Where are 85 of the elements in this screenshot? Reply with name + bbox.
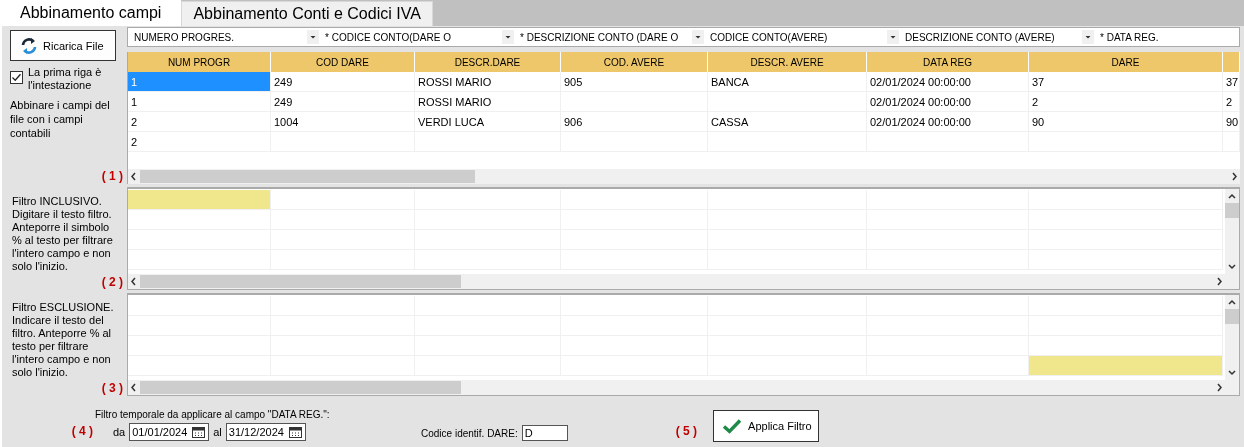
code-input[interactable]: D bbox=[521, 425, 568, 441]
table-cell: 1 bbox=[128, 72, 271, 92]
tab[interactable]: Abbinamento Conti e Codici IVA bbox=[181, 1, 433, 26]
table-cell: ROSSI MARIO bbox=[415, 72, 561, 92]
table-cell: 905 bbox=[561, 72, 708, 92]
scrollbar-thumb[interactable] bbox=[140, 275, 461, 288]
scrollbar-thumb[interactable] bbox=[1225, 309, 1239, 324]
hint-text: Abbinare i campi del file con i campi contabili bbox=[10, 98, 111, 140]
filter-cell[interactable] bbox=[271, 210, 415, 230]
step-marker: ( 1 ) bbox=[100, 169, 124, 184]
filter-cell[interactable] bbox=[561, 296, 708, 316]
table-cell: 2 bbox=[1029, 92, 1223, 112]
date-from-field[interactable]: 01/01/2024 bbox=[129, 423, 210, 441]
filter-cell[interactable] bbox=[128, 210, 271, 230]
table-cell: BANCA bbox=[708, 72, 867, 92]
table-cell: 37 bbox=[1029, 72, 1223, 92]
filter-cell[interactable] bbox=[708, 296, 867, 316]
filter-cell[interactable] bbox=[128, 356, 271, 376]
scrollbar-thumb[interactable] bbox=[140, 170, 475, 183]
date-from-label: da bbox=[113, 426, 126, 438]
table-cell: 90 bbox=[1029, 112, 1223, 132]
table-cell: 2 bbox=[1223, 92, 1240, 112]
filter-cell[interactable] bbox=[1029, 296, 1223, 316]
date-to-field[interactable]: 31/12/2024 bbox=[225, 423, 306, 441]
checkbox-label: La prima riga è l'intestazione bbox=[28, 66, 103, 92]
table-cell: 249 bbox=[271, 92, 415, 112]
table-cell: CASSA bbox=[708, 112, 867, 132]
checkbox[interactable] bbox=[10, 71, 23, 84]
calendar-icon bbox=[192, 426, 206, 438]
step-marker: ( 4 ) bbox=[70, 424, 94, 440]
checkmark-icon bbox=[722, 418, 743, 434]
refresh-icon bbox=[19, 35, 39, 56]
table-cell: 249 bbox=[271, 72, 415, 92]
code-label: Codice identif. DARE: bbox=[421, 427, 518, 439]
filter-cell[interactable] bbox=[867, 356, 1029, 376]
table-cell: 1 bbox=[128, 92, 271, 112]
scrollbar-thumb[interactable] bbox=[1225, 203, 1239, 218]
calendar-icon bbox=[288, 426, 302, 438]
table-cell: 1004 bbox=[271, 112, 415, 132]
filter-cell[interactable] bbox=[867, 296, 1029, 316]
filter-cell[interactable] bbox=[128, 316, 271, 336]
filter-description: Filtro ESCLUSIONE. Indicare il testo del filtro. Anteporre % al testo per filtrare l'intero campo e non solo l'inizio. bbox=[11, 300, 115, 379]
date-filter-label: Filtro temporale da applicare al campo "DATA REG.": bbox=[95, 409, 331, 420]
date-to-label: al bbox=[213, 426, 222, 438]
column-header: DARE bbox=[1029, 52, 1223, 72]
table-cell: 02/01/2024 00:00:00 bbox=[867, 72, 1029, 92]
table-cell: ROSSI MARIO bbox=[415, 92, 561, 112]
table-cell bbox=[1223, 132, 1240, 152]
table-cell: 37 bbox=[1223, 72, 1240, 92]
filter-cell[interactable] bbox=[271, 296, 415, 316]
table-cell: 02/01/2024 00:00:00 bbox=[867, 92, 1029, 112]
filter-cell[interactable] bbox=[867, 336, 1029, 356]
filter-cell[interactable] bbox=[708, 190, 867, 210]
filter-cell[interactable] bbox=[271, 190, 415, 210]
column-header: DESCR.DARE bbox=[415, 52, 561, 72]
table-cell: 90 bbox=[1223, 112, 1240, 132]
filter-cell[interactable] bbox=[128, 190, 271, 210]
filter-cell[interactable] bbox=[128, 296, 271, 316]
table-cell: 906 bbox=[561, 112, 708, 132]
filter-cell[interactable] bbox=[1029, 356, 1223, 376]
column-header: COD DARE bbox=[271, 52, 415, 72]
table-cell: 02/01/2024 00:00:00 bbox=[867, 112, 1029, 132]
table-cell: 2 bbox=[128, 132, 271, 152]
column-header: COD. AVERE bbox=[561, 52, 708, 72]
table-cell: 2 bbox=[128, 112, 271, 132]
filter-cell[interactable] bbox=[415, 296, 561, 316]
filter-cell[interactable] bbox=[128, 250, 271, 270]
filter-cell[interactable] bbox=[867, 190, 1029, 210]
filter-cell[interactable] bbox=[128, 336, 271, 356]
filter-cell[interactable] bbox=[561, 190, 708, 210]
filter-cell[interactable] bbox=[1029, 336, 1223, 356]
step-marker: ( 2 ) bbox=[100, 275, 124, 290]
filter-cell[interactable] bbox=[415, 190, 561, 210]
step-marker: ( 5 ) bbox=[675, 424, 699, 440]
step-marker: ( 3 ) bbox=[100, 381, 124, 396]
tab[interactable]: Abbinamento campi bbox=[0, 0, 182, 26]
column-header: DATA REG bbox=[867, 52, 1029, 72]
reload-file-button[interactable]: Ricarica File bbox=[10, 30, 116, 61]
apply-filter-button[interactable]: Applica Filtro bbox=[713, 410, 820, 442]
filter-cell[interactable] bbox=[1029, 190, 1223, 210]
filter-cell[interactable] bbox=[128, 230, 271, 250]
scrollbar-thumb[interactable] bbox=[140, 381, 461, 394]
filter-description: Filtro INCLUSIVO. Digitare il testo filtro. Anteporre il simbolo % al testo per filtrare l'intero campo e non solo l'inizio. bbox=[11, 194, 114, 273]
table-cell: VERDI LUCA bbox=[415, 112, 561, 132]
column-header: DESCR. AVERE bbox=[708, 52, 867, 72]
